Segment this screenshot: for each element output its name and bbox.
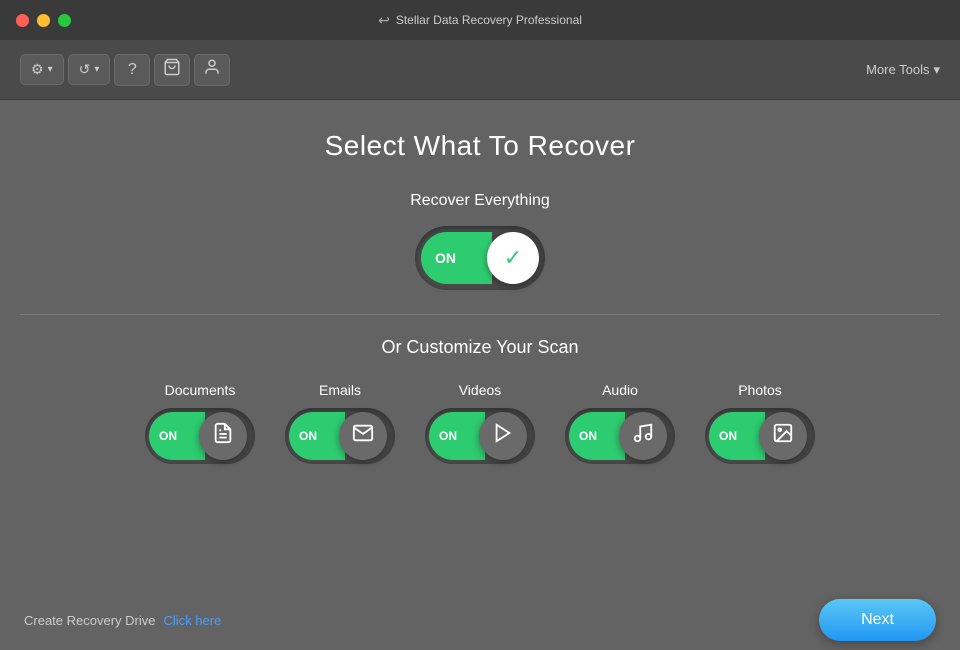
checkmark-icon: ✓ (504, 245, 522, 271)
help-icon: ? (128, 61, 137, 79)
page-title: Select What To Recover (325, 130, 636, 162)
emails-category: Emails ON (285, 382, 395, 464)
photo-icon (772, 422, 794, 450)
videos-toggle[interactable]: ON (425, 408, 535, 464)
photos-thumb (759, 412, 807, 460)
more-tools-label: More Tools (866, 62, 929, 77)
settings-button[interactable]: ⚙ (20, 54, 64, 85)
documents-thumb (199, 412, 247, 460)
documents-category: Documents ON (145, 382, 255, 464)
toolbar: ⚙ ↺ ? M (0, 40, 960, 100)
recover-everything-label: Recover Everything (410, 192, 550, 210)
history-button[interactable]: ↺ (68, 54, 111, 85)
photos-toggle[interactable]: ON (705, 408, 815, 464)
next-button[interactable]: Next (819, 599, 936, 641)
documents-label: Documents (165, 382, 236, 398)
account-icon (203, 58, 221, 81)
emails-label: Emails (319, 382, 361, 398)
music-icon (632, 422, 654, 450)
videos-thumb (479, 412, 527, 460)
cart-button[interactable] (154, 54, 190, 86)
traffic-lights (16, 14, 71, 27)
document-icon (212, 422, 234, 450)
toggle-thumb: ✓ (487, 232, 539, 284)
email-icon (352, 422, 374, 450)
customize-scan-label: Or Customize Your Scan (381, 337, 578, 358)
click-here-link[interactable]: Click here (164, 613, 222, 628)
documents-toggle-on: ON (159, 429, 177, 443)
audio-thumb (619, 412, 667, 460)
footer-left: Create Recovery Drive Click here (24, 613, 221, 628)
app-title-area: ↩ Stellar Data Recovery Professional (378, 12, 582, 29)
audio-toggle[interactable]: ON (565, 408, 675, 464)
recover-everything-toggle[interactable]: ON ✓ (415, 226, 545, 290)
back-icon: ↩ (378, 12, 390, 29)
title-bar: ↩ Stellar Data Recovery Professional (0, 0, 960, 40)
cart-icon (163, 58, 181, 81)
gear-icon: ⚙ (31, 61, 44, 78)
more-tools-button[interactable]: More Tools ▾ (866, 62, 940, 78)
maximize-button[interactable] (58, 14, 71, 27)
divider (20, 314, 940, 315)
close-button[interactable] (16, 14, 29, 27)
videos-toggle-on: ON (439, 429, 457, 443)
audio-toggle-on: ON (579, 429, 597, 443)
documents-toggle[interactable]: ON (145, 408, 255, 464)
main-content: Select What To Recover Recover Everythin… (0, 100, 960, 650)
videos-category: Videos ON (425, 382, 535, 464)
categories-container: Documents ON (145, 382, 815, 464)
toolbar-left: ⚙ ↺ ? (20, 54, 230, 86)
emails-toggle[interactable]: ON (285, 408, 395, 464)
video-play-icon (492, 422, 514, 450)
minimize-button[interactable] (37, 14, 50, 27)
history-icon: ↺ (79, 61, 91, 78)
footer: Create Recovery Drive Click here Next (0, 590, 960, 650)
photos-toggle-on: ON (719, 429, 737, 443)
emails-thumb (339, 412, 387, 460)
account-button[interactable] (194, 54, 230, 86)
toggle-on-text: ON (435, 250, 456, 266)
create-recovery-drive-text: Create Recovery Drive (24, 613, 156, 628)
emails-toggle-on: ON (299, 429, 317, 443)
toolbar-right: More Tools ▾ (866, 62, 940, 78)
photos-label: Photos (738, 382, 782, 398)
chevron-down-icon: ▾ (933, 62, 940, 78)
audio-label: Audio (602, 382, 638, 398)
help-button[interactable]: ? (114, 54, 150, 86)
app-title: Stellar Data Recovery Professional (396, 13, 582, 27)
photos-category: Photos ON (705, 382, 815, 464)
videos-label: Videos (459, 382, 502, 398)
audio-category: Audio ON (565, 382, 675, 464)
